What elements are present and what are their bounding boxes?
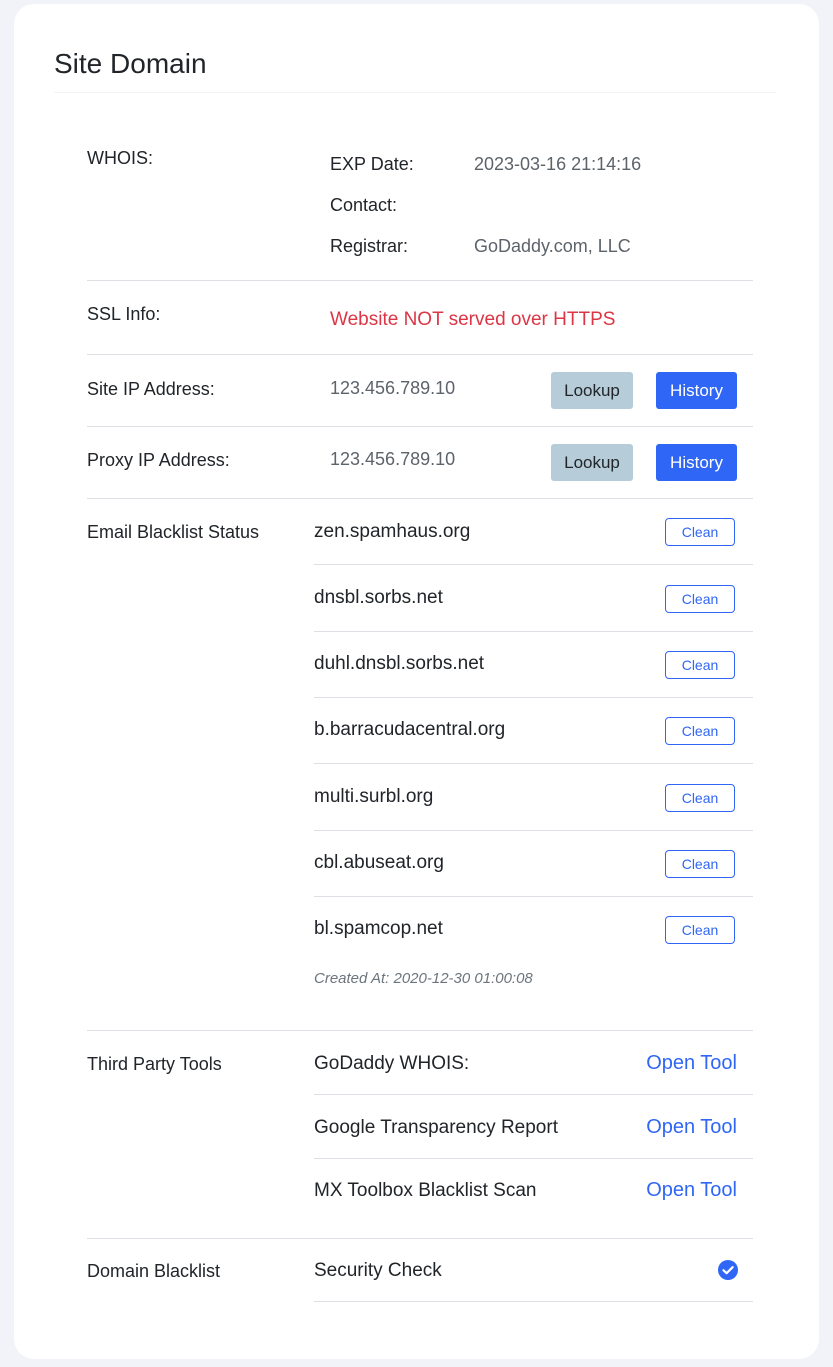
clean-badge: Clean bbox=[665, 850, 735, 878]
divider-ssl bbox=[87, 354, 753, 355]
blacklist-item-name: multi.surbl.org bbox=[314, 786, 434, 807]
divider-blacklist-item bbox=[314, 564, 753, 565]
blacklist-item-name: zen.spamhaus.org bbox=[314, 521, 471, 542]
divider-blacklist-item bbox=[314, 896, 753, 897]
open-tool-link[interactable]: Open Tool bbox=[597, 1052, 737, 1075]
blacklist-created-at: Created At: 2020-12-30 01:00:08 bbox=[314, 970, 533, 987]
whois-label: WHOIS: bbox=[87, 148, 153, 168]
divider-tool bbox=[314, 1158, 753, 1159]
blacklist-item-name: dnsbl.sorbs.net bbox=[314, 587, 443, 608]
divider-blacklist-item bbox=[314, 830, 753, 831]
ssl-status: Website NOT served over HTTPS bbox=[330, 309, 616, 330]
divider-blacklist-item bbox=[314, 631, 753, 632]
security-check-label: Security Check bbox=[314, 1260, 442, 1281]
clean-badge: Clean bbox=[665, 916, 735, 944]
clean-badge: Clean bbox=[665, 518, 735, 546]
clean-badge: Clean bbox=[665, 651, 735, 679]
proxy-ip-history-button[interactable]: History bbox=[656, 444, 737, 481]
registrar-label: Registrar: bbox=[330, 236, 409, 256]
blacklist-item-name: bl.spamcop.net bbox=[314, 918, 443, 939]
proxy-ip-label: Proxy IP Address: bbox=[87, 450, 230, 470]
site-ip-history-button[interactable]: History bbox=[656, 372, 737, 409]
tool-name: GoDaddy WHOIS: bbox=[314, 1053, 470, 1074]
divider-proxy-ip bbox=[87, 498, 753, 499]
open-tool-link[interactable]: Open Tool bbox=[597, 1179, 737, 1202]
tool-name: Google Transparency Report bbox=[314, 1117, 558, 1138]
divider-tool bbox=[314, 1094, 753, 1095]
site-ip-label: Site IP Address: bbox=[87, 379, 215, 399]
title-divider bbox=[54, 92, 776, 93]
clean-badge: Clean bbox=[665, 784, 735, 812]
check-circle-icon bbox=[718, 1260, 738, 1280]
proxy-ip-value: 123.456.789.10 bbox=[330, 449, 456, 469]
blacklist-label: Email Blacklist Status bbox=[87, 522, 260, 542]
divider-tools bbox=[87, 1238, 753, 1239]
blacklist-item-name: cbl.abuseat.org bbox=[314, 852, 444, 873]
exp-date-label: EXP Date: bbox=[330, 154, 414, 174]
blacklist-item-name: duhl.dnsbl.sorbs.net bbox=[314, 653, 485, 674]
proxy-ip-lookup-button[interactable]: Lookup bbox=[551, 444, 633, 481]
tool-name: MX Toolbox Blacklist Scan bbox=[314, 1180, 537, 1201]
divider-site-ip bbox=[87, 426, 753, 427]
divider-whois bbox=[87, 280, 753, 281]
divider-blacklist-item bbox=[314, 697, 753, 698]
site-domain-card: Site Domain WHOIS: EXP Date: 2023-03-16 … bbox=[14, 4, 819, 1359]
exp-date-value: 2023-03-16 21:14:16 bbox=[474, 154, 642, 174]
open-tool-link[interactable]: Open Tool bbox=[597, 1116, 737, 1139]
contact-label: Contact: bbox=[330, 195, 398, 215]
site-ip-lookup-button[interactable]: Lookup bbox=[551, 372, 633, 409]
clean-badge: Clean bbox=[665, 585, 735, 613]
blacklist-item-name: b.barracudacentral.org bbox=[314, 719, 506, 740]
tools-label: Third Party Tools bbox=[87, 1054, 222, 1074]
clean-badge: Clean bbox=[665, 717, 735, 745]
divider-security-check bbox=[314, 1301, 753, 1302]
ssl-label: SSL Info: bbox=[87, 304, 161, 324]
domain-blacklist-label: Domain Blacklist bbox=[87, 1261, 221, 1281]
divider-blacklist-item bbox=[314, 763, 753, 764]
divider-blacklist bbox=[87, 1030, 753, 1031]
registrar-value: GoDaddy.com, LLC bbox=[474, 236, 631, 256]
card-title: Site Domain bbox=[54, 48, 207, 79]
site-ip-value: 123.456.789.10 bbox=[330, 378, 456, 398]
